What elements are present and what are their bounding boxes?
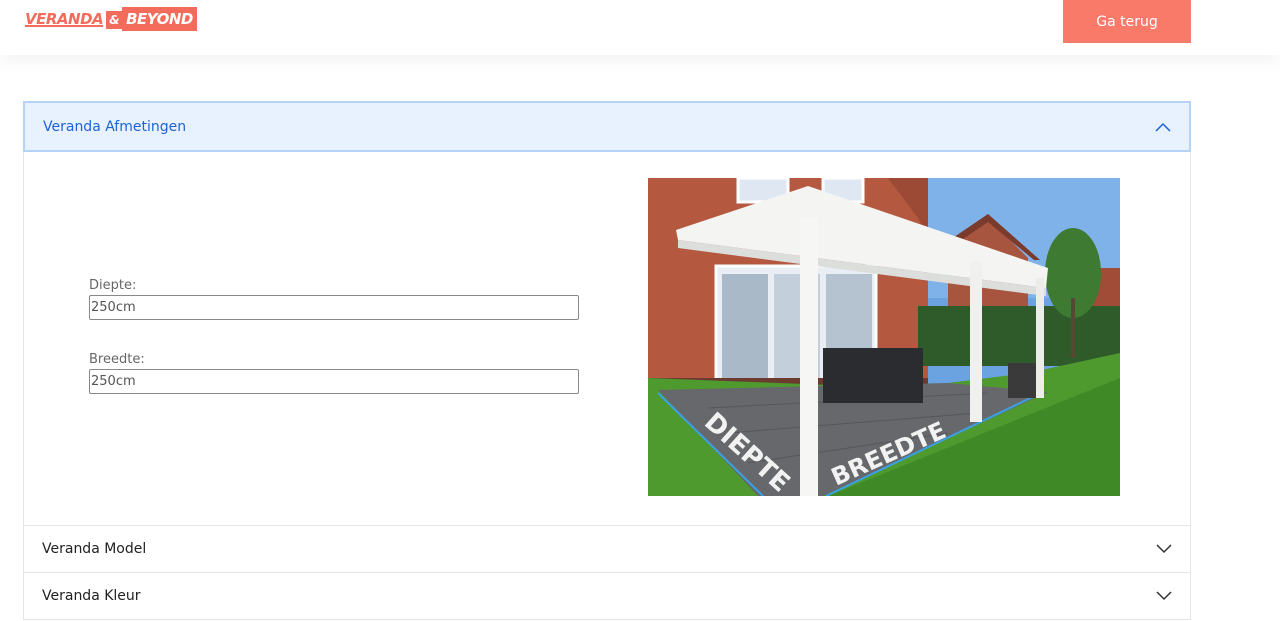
logo-text-beyond: BEYOND [122,7,197,31]
section-header-model[interactable]: Veranda Model [24,525,1190,572]
depth-label: Diepte: [89,278,137,293]
depth-input[interactable] [89,295,579,320]
depth-field: Diepte: [89,278,579,320]
section-title-color: Veranda Kleur [42,588,141,604]
section-header-dimensions[interactable]: Veranda Afmetingen [23,101,1191,152]
section-header-color[interactable]: Veranda Kleur [24,572,1190,619]
veranda-beyond-logo[interactable]: VERANDA & BEYOND [25,7,197,31]
back-button[interactable]: Ga terug [1063,0,1191,43]
chevron-up-icon[interactable] [1155,119,1171,135]
top-navbar: VERANDA & BEYOND Ga terug [0,0,1280,55]
width-label: Breedte: [89,352,145,367]
section-title-dimensions: Veranda Afmetingen [43,118,187,135]
width-input[interactable] [89,369,579,394]
configurator-accordion: Veranda Afmetingen Diepte: Breedte: [23,101,1191,620]
dimensions-panel: Diepte: Breedte: [24,152,1190,525]
logo-ampersand: & [106,11,123,29]
logo-text-veranda: VERANDA [25,10,104,28]
width-field: Breedte: [89,352,579,394]
chevron-down-icon[interactable] [1156,588,1172,604]
chevron-down-icon[interactable] [1156,541,1172,557]
section-title-model: Veranda Model [42,541,147,557]
veranda-dimensions-photo: DIEPTE BREEDTE [648,178,1120,496]
